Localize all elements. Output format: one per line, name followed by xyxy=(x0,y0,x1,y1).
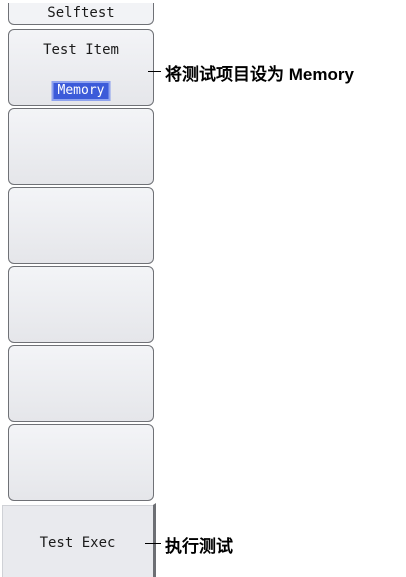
selftest-softkey-menu: Selftest Test Item Memory Test Exec xyxy=(0,0,160,577)
empty-softkey-1[interactable] xyxy=(8,108,154,185)
menu-title: Selftest xyxy=(8,3,154,25)
empty-softkey-5[interactable] xyxy=(8,424,154,501)
test-item-softkey[interactable]: Test Item Memory xyxy=(8,29,154,106)
empty-softkey-3[interactable] xyxy=(8,266,154,343)
test-item-leader-line xyxy=(148,71,161,72)
empty-softkey-4[interactable] xyxy=(8,345,154,422)
test-item-label: Test Item xyxy=(43,42,119,58)
test-exec-softkey[interactable]: Test Exec xyxy=(0,503,156,577)
test-exec-label: Test Exec xyxy=(39,535,116,551)
test-item-value: Memory xyxy=(51,81,111,101)
test-item-callout: 将测试项目设为 Memory xyxy=(165,65,354,84)
test-exec-callout: 执行测试 xyxy=(165,537,233,556)
empty-softkey-2[interactable] xyxy=(8,187,154,264)
test-exec-leader-line xyxy=(145,543,161,544)
